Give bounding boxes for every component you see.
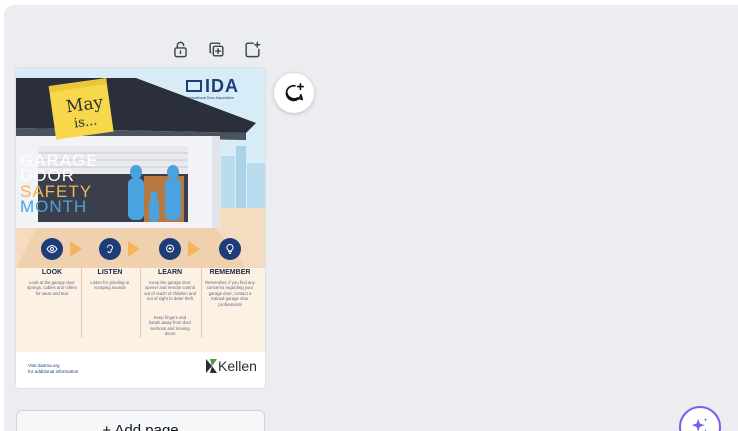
sticky-note-line2: is... [73,113,99,132]
step-learn-text: Keep the garage door opener and remote c… [143,280,197,302]
ida-logo-mark-icon [186,80,202,92]
headline-line4: MONTH [20,197,88,216]
step-listen-title: LISTEN [97,269,123,276]
poster-footer: Visit dasma.org for additional informati… [16,352,265,388]
step-remember-text: Remember, if you find any concerns regar… [205,280,255,307]
step-arrow-2 [128,241,140,257]
add-page-button-icon[interactable] [238,35,266,63]
step-divider [140,268,141,338]
sparkle-icon [691,417,708,431]
step-remember-badge [219,238,241,260]
add-comment-button[interactable] [274,73,314,113]
add-page-icon [244,41,260,57]
step-look-text: Look at the garage door springs, cables … [27,280,77,296]
kellen-mark-icon [206,359,217,373]
page-toolbar [166,35,266,63]
step-listen-text: Listen for grinding or scraping sounds [90,280,130,291]
kellen-logo: Kellen [206,358,257,374]
step-learn-title: LEARN [157,269,183,276]
step-look-badge [41,238,63,260]
lightbulb-icon [226,243,234,254]
step-learn-text2: Keep fingers and hands away from door se… [148,315,192,337]
step-arrow-3 [188,241,200,257]
editor-canvas: May is... IDA International Door Associa… [4,5,738,431]
add-comment-icon [285,83,304,102]
brain-icon [166,244,174,253]
ida-logo: IDA International Door Association [186,76,256,100]
footer-line2: for additional information [28,369,79,374]
lock-icon [173,41,187,57]
assistant-button[interactable] [679,406,721,431]
ida-logo-subtitle: International Door Association [186,96,234,100]
ida-logo-text: IDA [205,76,239,96]
step-arrow-1 [70,241,82,257]
design-page[interactable]: May is... IDA International Door Associa… [16,68,265,388]
add-page-button[interactable]: + Add page [16,410,265,431]
ear-icon [107,244,114,253]
eye-icon [46,244,58,254]
footer-line1: Visit dasma.org [28,363,60,368]
lock-button[interactable] [166,35,194,63]
duplicate-page-button[interactable] [202,35,230,63]
poster-artwork [16,68,265,352]
step-listen-badge [99,238,121,260]
step-divider [81,268,82,338]
duplicate-page-icon [208,41,224,57]
kellen-logo-text: Kellen [218,358,257,374]
step-remember-title: REMEMBER [209,269,251,276]
step-look-title: LOOK [41,269,63,276]
step-learn-badge [159,238,181,260]
